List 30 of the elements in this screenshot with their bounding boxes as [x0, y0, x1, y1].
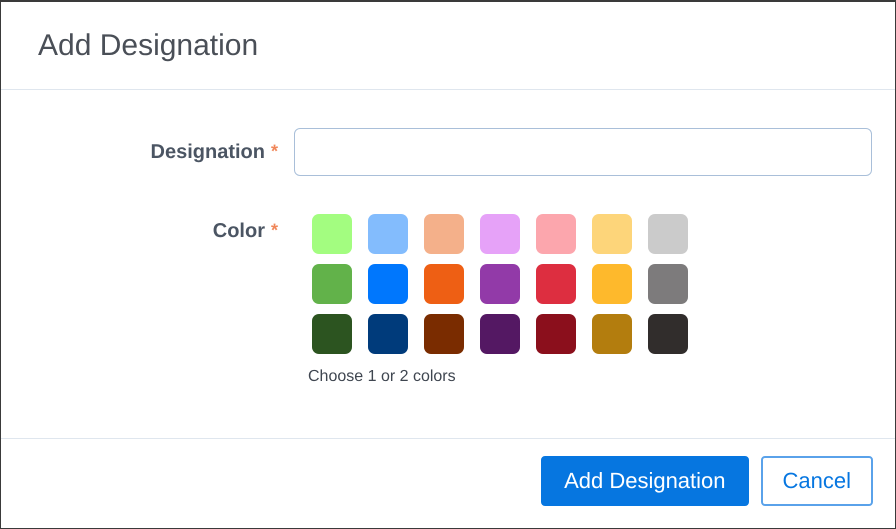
color-swatch[interactable] — [592, 264, 632, 304]
required-mark: * — [270, 140, 278, 162]
color-swatch[interactable] — [312, 214, 352, 254]
color-swatch[interactable] — [368, 264, 408, 304]
color-swatch[interactable] — [312, 264, 352, 304]
color-swatch[interactable] — [424, 214, 464, 254]
dialog-title: Add Designation — [38, 29, 258, 62]
hint-text: Choose 1 or 2 colors — [308, 368, 456, 386]
required-mark: * — [270, 220, 278, 241]
color-swatch[interactable] — [592, 314, 632, 354]
color-swatch[interactable] — [592, 214, 632, 254]
add-button[interactable]: Add Designation — [541, 456, 749, 506]
designation-input-field[interactable] — [294, 128, 872, 176]
color-swatch[interactable] — [648, 214, 688, 254]
color-swatch[interactable] — [368, 214, 408, 254]
color-swatch[interactable] — [648, 264, 688, 304]
color-swatch[interactable] — [312, 314, 352, 354]
field-label: Color — [212, 220, 265, 243]
cancel-button[interactable]: Cancel — [760, 456, 873, 506]
color-swatch[interactable] — [480, 314, 520, 354]
color-swatch[interactable] — [480, 264, 520, 304]
color-swatch[interactable] — [536, 214, 576, 254]
color-swatch[interactable] — [424, 264, 464, 304]
color-swatch[interactable] — [480, 214, 520, 254]
color-swatch[interactable] — [424, 314, 464, 354]
color-swatch[interactable] — [536, 264, 576, 304]
color-swatch[interactable] — [648, 314, 688, 354]
color-swatch[interactable] — [536, 314, 576, 354]
color-swatch[interactable] — [368, 314, 408, 354]
field-label: Designation — [150, 140, 265, 164]
